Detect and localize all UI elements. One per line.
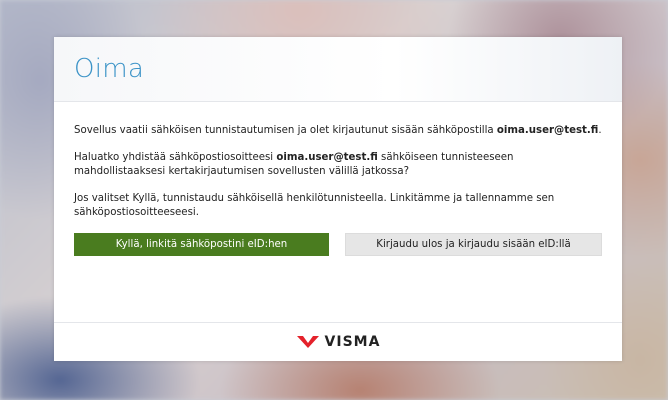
visma-chevron-icon xyxy=(296,336,319,348)
link-eid-dialog: Oima Sovellus vaatii sähköisen tunnistau… xyxy=(54,37,622,361)
question-text-start: Haluatko yhdistää sähköpostiosoitteesi xyxy=(74,151,277,163)
dialog-header: Oima xyxy=(54,37,622,102)
action-buttons: Kyllä, linkitä sähköpostini eID:hen Kirj… xyxy=(74,232,602,256)
app-title: Oima xyxy=(74,54,145,84)
dialog-footer: VISMA xyxy=(54,322,622,361)
visma-wordmark: VISMA xyxy=(324,334,381,350)
info-text-end: . xyxy=(598,125,602,136)
link-email-eid-button[interactable]: Kyllä, linkitä sähköpostini eID:hen xyxy=(74,232,329,256)
info-paragraph: Sovellus vaatii sähköisen tunnistautumis… xyxy=(74,124,602,139)
visma-logo: VISMA xyxy=(296,334,381,350)
user-email: oima.user@test.fi xyxy=(496,125,599,136)
info-text: Sovellus vaatii sähköisen tunnistautumis… xyxy=(74,125,497,136)
question-paragraph: Haluatko yhdistää sähköpostiosoitteesi o… xyxy=(74,151,602,180)
dialog-body: Sovellus vaatii sähköisen tunnistautumis… xyxy=(54,102,622,256)
user-email-question: oima.user@test.fi xyxy=(276,151,378,163)
logout-login-eid-button[interactable]: Kirjaudu ulos ja kirjaudu sisään eID:llä xyxy=(345,232,602,256)
instruction-paragraph: Jos valitset Kyllä, tunnistaudu sähköise… xyxy=(74,192,555,219)
